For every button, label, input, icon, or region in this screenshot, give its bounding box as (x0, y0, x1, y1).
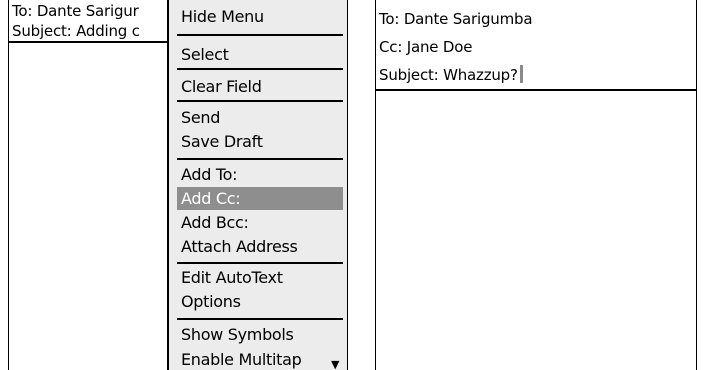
email-header-right: To: Dante Sarigumba Cc: Jane Doe Subject… (376, 0, 696, 91)
cc-field[interactable]: Cc: Jane Doe (379, 35, 472, 59)
menu-separator (177, 100, 343, 102)
to-field[interactable]: To: Dante Sarigumba (379, 7, 533, 31)
subject-field[interactable]: Subject: Adding c (12, 21, 140, 41)
menu-item-clear-field[interactable]: Clear Field (177, 75, 343, 98)
email-header-left: To: Dante Sarigur Subject: Adding c (9, 0, 167, 43)
menu-item-save-draft[interactable]: Save Draft (177, 130, 343, 153)
text-cursor (519, 65, 523, 83)
menu-item-attach-address[interactable]: Attach Address (177, 235, 343, 258)
menu-item-options[interactable]: Options (177, 290, 343, 313)
menu-separator (177, 68, 343, 70)
menu-item-add-bcc[interactable]: Add Bcc: (177, 211, 343, 234)
menu-item-send[interactable]: Send (177, 106, 343, 129)
menu-item-add-cc[interactable]: Add Cc: (177, 187, 343, 210)
context-menu: Hide Menu Select Clear Field Send Save D… (167, 0, 347, 370)
email-compose-screen-left: To: Dante Sarigur Subject: Adding c Hide… (8, 0, 348, 370)
subject-text: Subject: Whazzup? (379, 66, 518, 84)
menu-item-add-to[interactable]: Add To: (177, 163, 343, 186)
menu-item-enable-multitap[interactable]: Enable Multitap (177, 348, 343, 370)
to-field[interactable]: To: Dante Sarigur (12, 1, 139, 21)
menu-separator (177, 262, 343, 264)
menu-separator (177, 318, 343, 320)
menu-separator (177, 34, 343, 36)
scroll-down-arrow-icon[interactable]: ▼ (331, 359, 339, 370)
email-compose-screen-right: To: Dante Sarigumba Cc: Jane Doe Subject… (375, 0, 697, 370)
menu-item-hide-menu[interactable]: Hide Menu (177, 5, 343, 28)
menu-item-edit-autotext[interactable]: Edit AutoText (177, 266, 343, 289)
menu-item-show-symbols[interactable]: Show Symbols (177, 323, 343, 346)
subject-field[interactable]: Subject: Whazzup? (379, 63, 523, 87)
menu-separator (177, 158, 343, 160)
menu-item-select[interactable]: Select (177, 43, 343, 66)
